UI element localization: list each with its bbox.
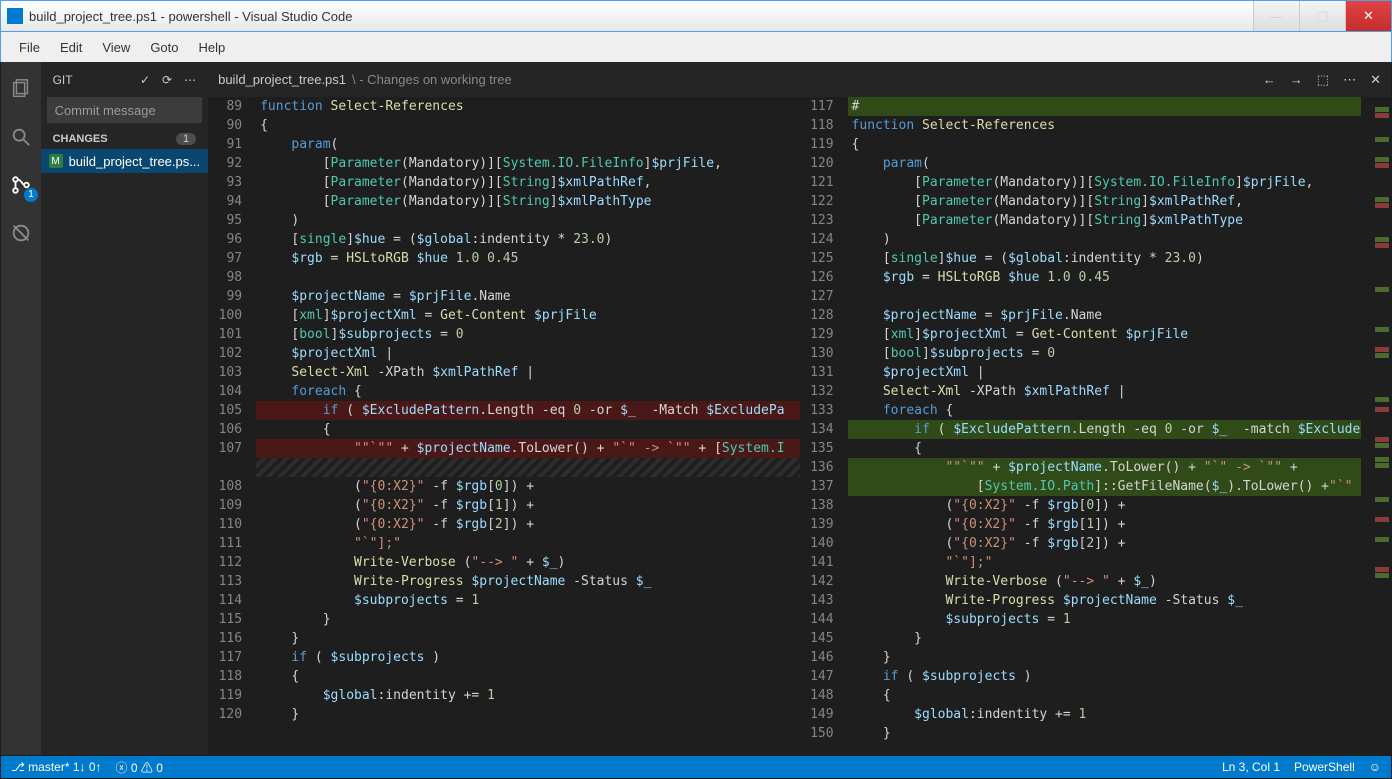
debug-icon[interactable] bbox=[8, 220, 34, 246]
source-control-icon[interactable]: 1 bbox=[8, 172, 34, 198]
tab-filename[interactable]: build_project_tree.ps1 bbox=[218, 72, 346, 87]
status-language[interactable]: PowerShell bbox=[1294, 760, 1355, 774]
menu-edit[interactable]: Edit bbox=[50, 36, 92, 59]
diff-left-pane[interactable]: 8990919293949596979899100101102103104105… bbox=[208, 97, 799, 755]
code-right[interactable]: #function Select-References{ param( [Par… bbox=[848, 97, 1361, 755]
minimize-button[interactable]: — bbox=[1253, 1, 1299, 31]
activitybar: 1 bbox=[1, 62, 41, 755]
tab-suffix: \ - Changes on working tree bbox=[352, 72, 512, 87]
menu-goto[interactable]: Goto bbox=[140, 36, 188, 59]
status-position[interactable]: Ln 3, Col 1 bbox=[1222, 760, 1280, 774]
statusbar: ⎇ master* 1↓ 0↑ ⓧ 0 ⚠ 0 Ln 3, Col 1 Powe… bbox=[1, 756, 1391, 778]
changes-count: 1 bbox=[176, 133, 196, 145]
menu-file[interactable]: File bbox=[9, 36, 50, 59]
tab-more-icon[interactable]: ⋯ bbox=[1343, 72, 1356, 88]
more-icon[interactable]: ⋯ bbox=[184, 73, 196, 87]
code-left[interactable]: function Select-References{ param( [Para… bbox=[256, 97, 799, 755]
menu-help[interactable]: Help bbox=[189, 36, 236, 59]
sidebar-header: GIT ✓ ⟳ ⋯ bbox=[41, 62, 209, 97]
file-label: build_project_tree.ps... bbox=[69, 154, 201, 169]
search-icon[interactable] bbox=[8, 124, 34, 150]
changes-label: CHANGES bbox=[53, 133, 108, 145]
close-button[interactable]: ✕ bbox=[1345, 1, 1391, 31]
diff-right-pane[interactable]: 1171181191201211221231241251261271281291… bbox=[800, 97, 1391, 755]
editor-area: build_project_tree.ps1 \ - Changes on wo… bbox=[208, 62, 1391, 755]
gutter-right: 1171181191201211221231241251261271281291… bbox=[800, 97, 848, 755]
status-problems[interactable]: ⓧ 0 ⚠ 0 bbox=[116, 759, 163, 776]
nav-forward-icon[interactable]: → bbox=[1290, 72, 1303, 87]
commit-input[interactable]: Commit message bbox=[47, 97, 203, 123]
diff-editor: 8990919293949596979899100101102103104105… bbox=[208, 97, 1391, 755]
file-status-badge: M bbox=[49, 154, 63, 168]
workbench: 1 GIT ✓ ⟳ ⋯ Commit message CHANGES 1 M b… bbox=[1, 62, 1391, 755]
feedback-icon[interactable]: ☺ bbox=[1369, 760, 1381, 774]
maximize-button[interactable]: ▢ bbox=[1299, 1, 1345, 31]
overview-ruler[interactable] bbox=[1361, 97, 1391, 755]
window-title: build_project_tree.ps1 - powershell - Vi… bbox=[29, 9, 1253, 24]
menu-view[interactable]: View bbox=[92, 36, 140, 59]
menubar: File Edit View Goto Help bbox=[0, 32, 1392, 62]
refresh-icon[interactable]: ⟳ bbox=[162, 73, 172, 87]
status-branch[interactable]: ⎇ master* 1↓ 0↑ bbox=[11, 760, 102, 774]
gutter-left: 8990919293949596979899100101102103104105… bbox=[208, 97, 256, 755]
tabbar: build_project_tree.ps1 \ - Changes on wo… bbox=[208, 62, 1391, 97]
toggle-inline-icon[interactable]: ⬚ bbox=[1317, 72, 1329, 88]
scm-badge: 1 bbox=[24, 188, 38, 202]
commit-icon[interactable]: ✓ bbox=[140, 73, 150, 87]
window-titlebar: build_project_tree.ps1 - powershell - Vi… bbox=[0, 0, 1392, 32]
tab-close-icon[interactable]: ✕ bbox=[1370, 72, 1381, 88]
nav-back-icon[interactable]: ← bbox=[1263, 72, 1276, 87]
changed-file-item[interactable]: M build_project_tree.ps... bbox=[41, 149, 209, 173]
vscode-icon bbox=[7, 8, 23, 24]
sidebar-title: GIT bbox=[53, 73, 73, 87]
changes-section[interactable]: CHANGES 1 bbox=[41, 129, 209, 149]
commit-placeholder: Commit message bbox=[55, 103, 156, 118]
explorer-icon[interactable] bbox=[8, 76, 34, 102]
sidebar: GIT ✓ ⟳ ⋯ Commit message CHANGES 1 M bui… bbox=[41, 62, 209, 755]
